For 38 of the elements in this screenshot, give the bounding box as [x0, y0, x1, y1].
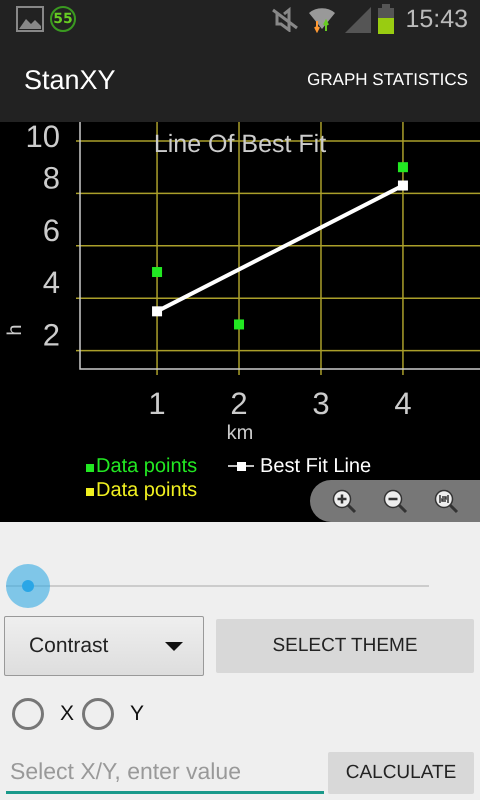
y-tick-label: 8: [42, 160, 60, 196]
radio-button[interactable]: X: [8, 698, 78, 730]
x-tick-label: 2: [230, 386, 248, 421]
image-icon: [16, 6, 44, 32]
zoom-reset-icon[interactable]: [433, 488, 460, 514]
wifi-icon: [307, 5, 338, 33]
zoom-in-icon[interactable]: [330, 488, 357, 514]
graph-statistics-button[interactable]: GRAPH STATISTICS: [307, 66, 468, 94]
data-point: [234, 319, 244, 330]
legend-label: Data points: [96, 479, 198, 501]
select-theme-button[interactable]: SELECT THEME: [216, 619, 474, 673]
y-axis-label: h: [4, 324, 26, 336]
legend-label: Data points: [96, 455, 198, 477]
x-tick-label: 1: [148, 386, 166, 421]
value-input-field[interactable]: Select X/Y, enter value: [6, 752, 324, 794]
radio-button[interactable]: Y: [78, 698, 148, 730]
calculate-button[interactable]: CALCULATE: [328, 752, 474, 794]
clock: 15:43: [405, 4, 468, 34]
app-title: StanXY: [24, 64, 117, 96]
legend-line-icon: [228, 462, 254, 471]
slider-thumb[interactable]: [6, 564, 50, 608]
y-tick-label: 4: [42, 265, 60, 300]
y-tick-label: 10: [26, 122, 60, 154]
notification-badge: 55: [50, 6, 76, 32]
legend-swatch: [86, 488, 94, 496]
y-tick-label: 6: [42, 212, 60, 248]
y-tick-label: 2: [42, 318, 60, 353]
x-axis-label: km: [226, 422, 254, 444]
x-tick-label: 3: [312, 386, 330, 421]
signal-icon: [343, 5, 372, 33]
battery-icon: [377, 4, 396, 34]
legend-swatch: [86, 464, 94, 472]
zoom-out-icon[interactable]: [382, 488, 408, 514]
theme-dropdown[interactable]: Contrast: [4, 616, 204, 676]
data-point: [398, 162, 408, 172]
x-tick-label: 4: [394, 386, 412, 421]
data-point: [152, 267, 162, 278]
legend-label: Best Fit Line: [260, 455, 372, 477]
